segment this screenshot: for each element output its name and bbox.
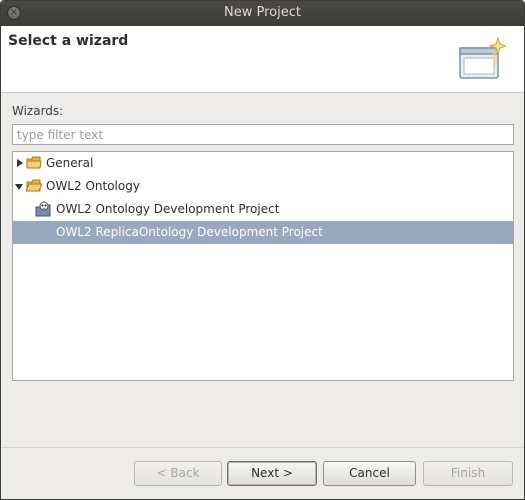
wizards-label: Wizards: [12, 104, 64, 118]
folder-icon [26, 156, 42, 169]
back-button[interactable]: < Back [134, 461, 222, 486]
new-project-dialog: × New Project Select a wizard Wizards: G… [0, 0, 525, 500]
page-title: Select a wizard [8, 33, 129, 49]
footer-divider [1, 447, 524, 448]
tree-item-owl2-replicaontology-development-project[interactable]: OWL2 ReplicaOntology Development Project [13, 221, 513, 244]
filter-input[interactable] [12, 124, 514, 145]
open-folder-icon [26, 179, 42, 192]
wizard-content: Wizards: General OWL2 Ontology [1, 93, 524, 448]
tree-item-general[interactable]: General [13, 152, 513, 175]
finish-button[interactable]: Finish [423, 461, 513, 486]
wizard-header: Select a wizard [1, 26, 524, 93]
next-button[interactable]: Next > [227, 461, 317, 486]
window-title: New Project [224, 5, 301, 20]
tree-item-label: OWL2 Ontology Development Project [56, 202, 280, 216]
ontology-project-icon [35, 201, 51, 217]
tree-item-owl2-ontology-development-project[interactable]: OWL2 Ontology Development Project [13, 198, 513, 221]
new-wizard-icon [459, 36, 506, 79]
expand-arrow-icon[interactable] [17, 159, 23, 167]
tree-item-label: OWL2 ReplicaOntology Development Project [56, 225, 323, 239]
tree-item-label: General [46, 156, 94, 170]
title-bar[interactable]: × New Project [1, 1, 524, 26]
tree-item-owl2-ontology[interactable]: OWL2 Ontology [13, 175, 513, 198]
tree-item-label: OWL2 Ontology [46, 179, 140, 193]
collapse-arrow-icon[interactable] [15, 184, 23, 190]
cancel-button[interactable]: Cancel [323, 461, 416, 486]
wizard-tree[interactable]: General OWL2 Ontology OWL2 Ontology Deve… [12, 151, 514, 381]
